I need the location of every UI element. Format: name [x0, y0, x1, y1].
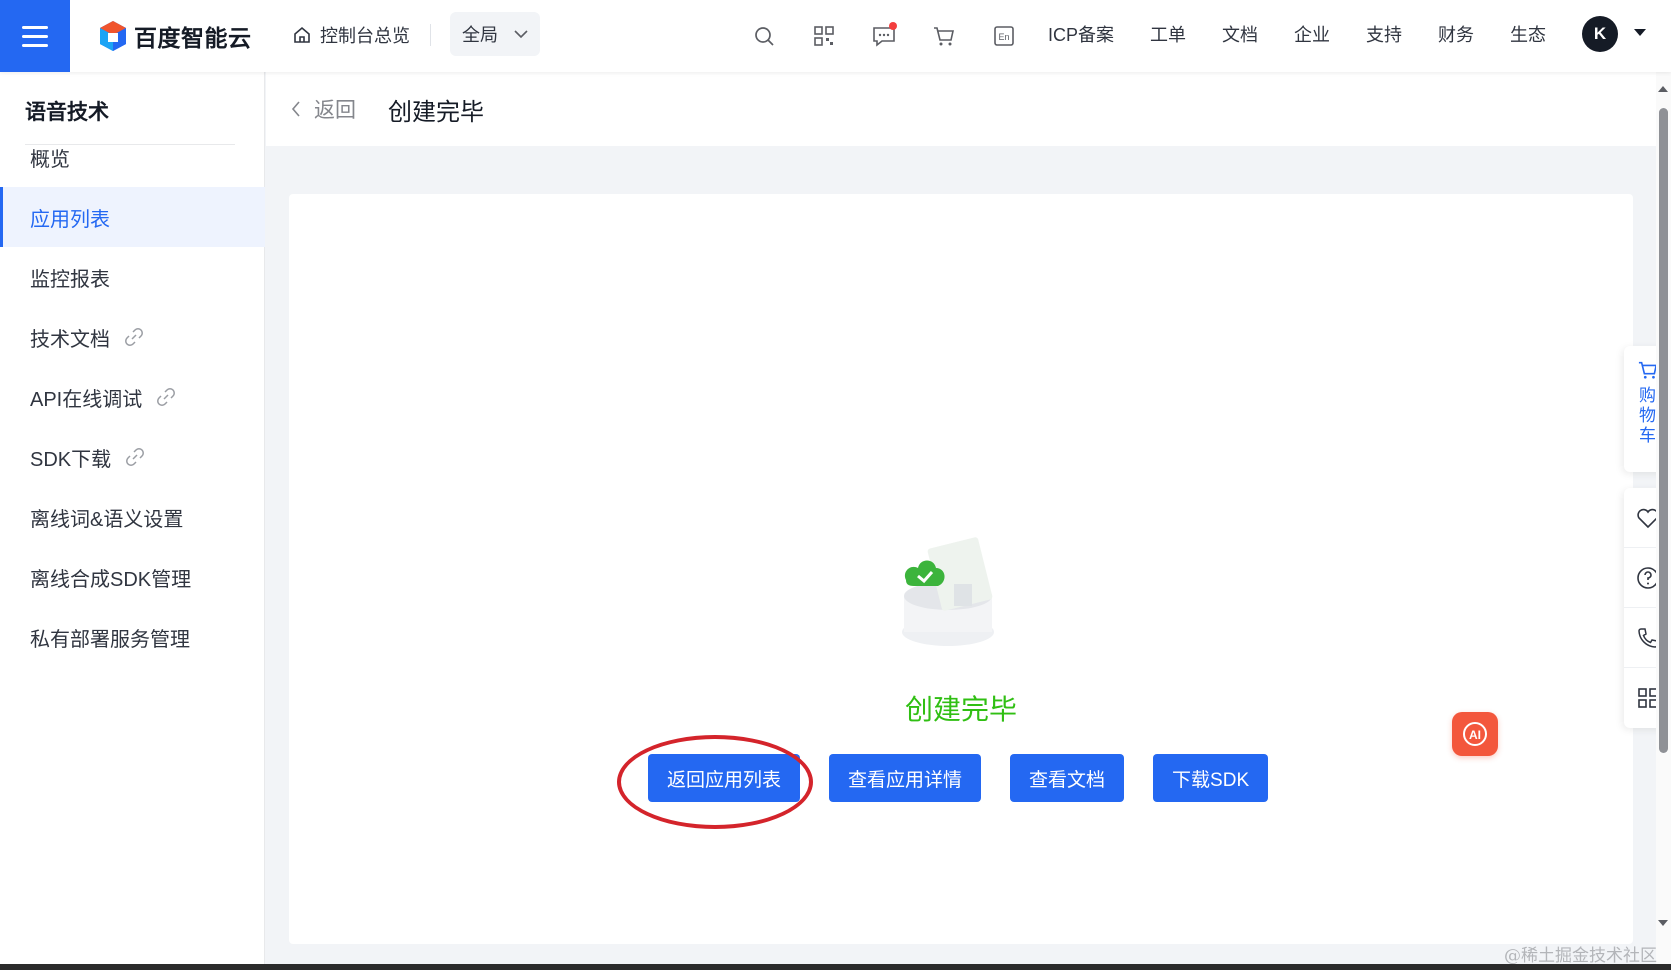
sidebar-item-offline-sdk[interactable]: 离线合成SDK管理 [0, 547, 265, 607]
chevron-down-icon [514, 30, 528, 39]
search-icon [755, 27, 774, 46]
support-link[interactable]: 支持 [1366, 21, 1402, 47]
scope-select[interactable]: 全局 [450, 12, 540, 56]
watermark: @稀土掘金技术社区 [1504, 946, 1657, 966]
ecosystem-link[interactable]: 生态 [1510, 21, 1546, 47]
sidebar: 语音技术 概览 应用列表 监控报表 技术文档 API在线调试 SDK下载 离线词… [0, 72, 265, 970]
home-icon [294, 26, 310, 43]
sidebar-item-overview[interactable]: 概览 [0, 127, 265, 187]
sidebar-item-tech-docs[interactable]: 技术文档 [0, 307, 265, 367]
sidebar-item-label: 监控报表 [30, 268, 110, 291]
sidebar-item-label: 私有部署服务管理 [30, 628, 190, 651]
language-icon: En [994, 26, 1014, 46]
svg-text:AI: AI [1469, 728, 1481, 742]
ticket-link[interactable]: 工单 [1150, 21, 1186, 47]
sidebar-item-label: 概览 [30, 148, 70, 171]
caret-down-icon[interactable] [1634, 29, 1646, 36]
search-button[interactable] [745, 18, 783, 54]
brand-logo[interactable]: 百度智能云 [98, 18, 252, 54]
cloud-success-illustration [902, 537, 994, 646]
sidebar-item-label: 离线词&语义设置 [30, 508, 184, 531]
hamburger-menu-button[interactable] [0, 0, 70, 72]
enterprise-link[interactable]: 企业 [1294, 21, 1330, 47]
header-icon-group: En [745, 18, 1023, 54]
sidebar-item-private-deploy[interactable]: 私有部署服务管理 [0, 607, 265, 667]
cart-button[interactable] [925, 18, 963, 54]
menu-icon [22, 25, 48, 47]
sidebar-item-api-debug[interactable]: API在线调试 [0, 367, 265, 427]
cart-icon [934, 27, 954, 46]
download-sdk-button[interactable]: 下载SDK [1153, 754, 1269, 802]
page-title: 创建完毕 [388, 99, 484, 126]
language-button[interactable]: En [985, 18, 1023, 54]
sidebar-item-label: 应用列表 [30, 208, 110, 231]
header-links: ICP备案 工单 文档 企业 支持 财务 生态 [1048, 21, 1546, 47]
ai-icon: AI [1463, 722, 1487, 746]
floating-cart-label: 购物车 [1639, 386, 1656, 445]
back-label: 返回 [314, 99, 356, 122]
nav-divider [430, 24, 431, 46]
scroll-up-arrow[interactable] [1658, 86, 1668, 92]
chevron-left-icon [291, 101, 300, 117]
ai-assistant-button[interactable]: AI [1452, 712, 1498, 756]
qrcode-button[interactable] [805, 18, 843, 54]
back-to-app-list-button[interactable]: 返回应用列表 [648, 754, 801, 802]
scroll-down-arrow[interactable] [1658, 920, 1668, 926]
sidebar-item-offline-words[interactable]: 离线词&语义设置 [0, 487, 265, 547]
result-actions: 返回应用列表 查看应用详情 查看文档 下载SDK [648, 754, 1269, 802]
result-title: 创建完毕 [904, 694, 1017, 725]
sidebar-item-label: SDK下载 [30, 448, 112, 471]
sidebar-item-app-list[interactable]: 应用列表 [0, 187, 265, 247]
console-overview-link[interactable]: 控制台总览 [292, 22, 410, 48]
link-icon [125, 328, 143, 346]
user-avatar[interactable]: K [1582, 16, 1618, 52]
view-app-details-button[interactable]: 查看应用详情 [829, 754, 982, 802]
svg-text:En: En [998, 32, 1009, 42]
link-icon [126, 448, 145, 466]
scrollbar-thumb[interactable] [1659, 108, 1668, 753]
result-card: 创建完毕 返回应用列表 查看应用详情 查看文档 下载SDK [289, 194, 1633, 944]
cube-logo-icon [100, 21, 126, 51]
sidebar-item-label: 技术文档 [30, 328, 110, 351]
brand-name: 百度智能云 [134, 25, 252, 51]
link-icon [157, 388, 176, 406]
sidebar-menu: 概览 应用列表 监控报表 技术文档 API在线调试 SDK下载 离线词&语义设置… [0, 149, 265, 667]
sidebar-item-label: 离线合成SDK管理 [30, 568, 192, 591]
page-header: 返回 创建完毕 [266, 72, 1656, 146]
sidebar-item-sdk-download[interactable]: SDK下载 [0, 427, 265, 487]
window-bottom-edge [0, 964, 1671, 970]
finance-link[interactable]: 财务 [1438, 21, 1474, 47]
icp-link[interactable]: ICP备案 [1048, 21, 1114, 47]
scope-value: 全局 [462, 25, 498, 45]
back-link[interactable]: 返回 [290, 94, 356, 124]
sidebar-title: 语音技术 [25, 101, 109, 124]
sidebar-item-monitoring[interactable]: 监控报表 [0, 247, 265, 307]
docs-link[interactable]: 文档 [1222, 21, 1258, 47]
view-docs-button[interactable]: 查看文档 [1010, 754, 1125, 802]
unread-dot [889, 22, 897, 30]
message-button[interactable] [865, 18, 903, 54]
top-nav: 百度智能云 控制台总览 全局 En ICP备案 工单 文档 企业 支持 财务 生… [0, 0, 1671, 72]
sidebar-item-label: API在线调试 [30, 388, 143, 411]
console-overview-label: 控制台总览 [320, 26, 410, 46]
qrcode-icon [814, 26, 834, 46]
